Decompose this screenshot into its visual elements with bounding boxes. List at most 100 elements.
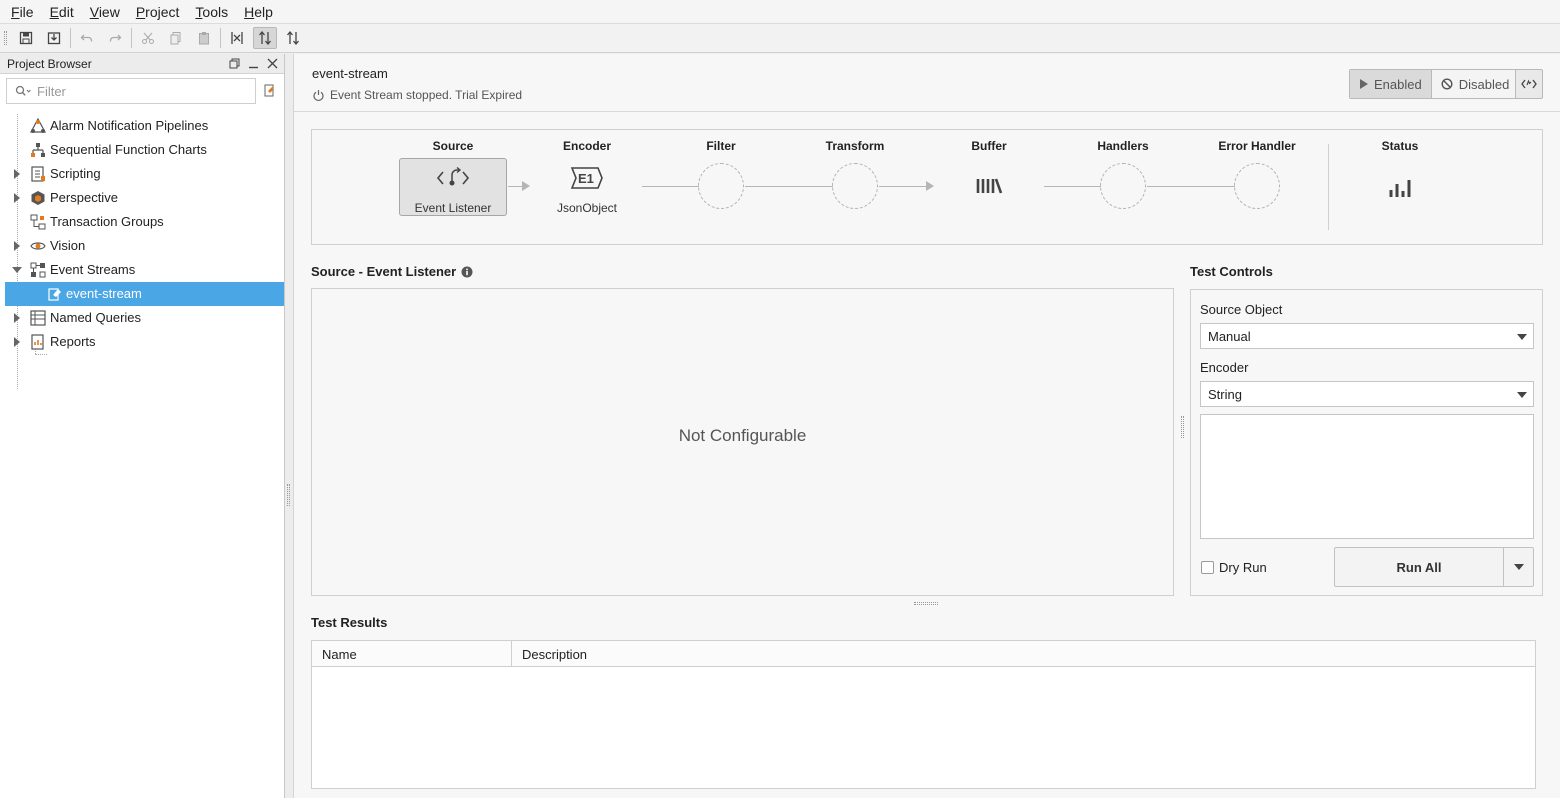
tree-item-named-queries[interactable]: Named Queries xyxy=(5,306,284,330)
float-panel-button[interactable] xyxy=(227,56,242,71)
enabled-button[interactable]: Enabled xyxy=(1350,70,1432,98)
empty-stage-circle[interactable] xyxy=(698,163,744,209)
tree-item-event-stream[interactable]: event-stream xyxy=(5,282,284,306)
menu-file[interactable]: File xyxy=(3,0,42,24)
menu-edit[interactable]: Edit xyxy=(42,0,82,24)
toolbar-grip[interactable] xyxy=(4,31,7,45)
expand-arrow-icon[interactable] xyxy=(12,313,22,323)
tree-item-scripting[interactable]: Scripting xyxy=(5,162,284,186)
empty-stage-circle[interactable] xyxy=(1100,163,1146,209)
column-header-name[interactable]: Name xyxy=(312,641,512,667)
stage-source[interactable]: Source Event Listener xyxy=(393,130,513,246)
stage-encoder[interactable]: Encoder E1 JsonObject xyxy=(527,130,647,246)
expand-arrow-icon[interactable] xyxy=(12,241,22,251)
toolbar xyxy=(0,24,1560,53)
buffer-icon xyxy=(929,178,1049,194)
layout-alt-button[interactable] xyxy=(281,27,305,49)
tree-item-reports[interactable]: Reports xyxy=(5,330,284,354)
enabled-label: Enabled xyxy=(1374,76,1422,92)
test-controls-title: Test Controls xyxy=(1190,264,1273,279)
menu-tools[interactable]: Tools xyxy=(187,0,236,24)
tree-item-event-streams[interactable]: Event Streams xyxy=(5,258,284,282)
empty-stage-circle[interactable] xyxy=(832,163,878,209)
tree-item-perspective[interactable]: Perspective xyxy=(5,186,284,210)
tree-item-vision[interactable]: Vision xyxy=(5,234,284,258)
collapse-arrow-icon[interactable] xyxy=(12,265,22,275)
expand-arrow-icon[interactable] xyxy=(12,193,22,203)
alarm-pipeline-icon xyxy=(30,118,46,134)
cut-button[interactable] xyxy=(136,27,160,49)
expand-arrow-icon[interactable] xyxy=(12,337,22,347)
stage-filter[interactable]: Filter xyxy=(661,130,781,246)
horizontal-splitter[interactable] xyxy=(914,602,938,605)
source-object-label: Source Object xyxy=(1200,302,1283,317)
source-object-select[interactable]: Manual xyxy=(1200,323,1534,349)
dry-run-label: Dry Run xyxy=(1219,560,1267,575)
column-header-description[interactable]: Description xyxy=(512,641,587,667)
menu-help[interactable]: Help xyxy=(236,0,281,24)
filter-options-button[interactable] xyxy=(261,82,279,100)
stage-title: Transform xyxy=(825,139,885,153)
source-section-title: Source - Event Listener xyxy=(311,264,473,279)
tree-item-label: Transaction Groups xyxy=(50,214,164,229)
test-payload-textarea[interactable] xyxy=(1200,414,1534,539)
encoder-value: String xyxy=(1208,386,1242,402)
redo-button[interactable] xyxy=(103,27,127,49)
save-button[interactable] xyxy=(14,27,38,49)
undo-button[interactable] xyxy=(75,27,99,49)
stage-title: Buffer xyxy=(971,139,1007,153)
panel-splitter[interactable] xyxy=(285,54,293,798)
project-tree: Alarm Notification Pipelines Sequential … xyxy=(5,114,284,389)
tree-connector xyxy=(35,354,47,355)
scripting-icon xyxy=(30,166,46,182)
dry-run-checkbox[interactable] xyxy=(1201,561,1214,574)
encoder-select[interactable]: String xyxy=(1200,381,1534,407)
collapse-button[interactable] xyxy=(225,27,249,49)
filter-input[interactable] xyxy=(37,83,237,99)
stage-buffer[interactable]: Buffer xyxy=(929,130,1049,246)
filter-options-icon xyxy=(264,84,274,97)
menu-project[interactable]: Project xyxy=(128,0,188,24)
toolbar-separator xyxy=(70,28,71,48)
scissors-icon xyxy=(142,32,154,44)
disabled-button[interactable]: Disabled xyxy=(1431,70,1519,98)
project-browser-panel: Project Browser Filter Alarm Notificatio… xyxy=(0,54,285,798)
stage-status[interactable]: Status xyxy=(1340,130,1460,246)
vertical-splitter[interactable] xyxy=(1181,416,1184,438)
minimize-panel-button[interactable] xyxy=(246,56,261,71)
tree-item-label: Scripting xyxy=(50,166,101,181)
expand-arrow-icon[interactable] xyxy=(12,169,22,179)
info-icon[interactable] xyxy=(461,266,473,278)
bar-chart-icon xyxy=(1340,176,1460,198)
collapse-icon xyxy=(231,32,243,44)
search-icon[interactable] xyxy=(15,85,31,97)
encoder-icon: E1 xyxy=(527,166,647,190)
run-all-button[interactable]: Run All xyxy=(1334,547,1504,587)
copy-icon xyxy=(170,32,181,45)
empty-stage-circle[interactable] xyxy=(1234,163,1280,209)
code-view-button[interactable] xyxy=(1515,69,1543,99)
stage-subtitle: JsonObject xyxy=(556,201,618,215)
tree-item-transaction-groups[interactable]: Transaction Groups xyxy=(5,210,284,234)
close-icon xyxy=(267,58,278,69)
toolbar-separator xyxy=(131,28,132,48)
menu-view[interactable]: View xyxy=(82,0,128,24)
test-controls-panel: Source Object Manual Encoder String Dry … xyxy=(1190,289,1543,596)
tree-item-alarm-notification-pipelines[interactable]: Alarm Notification Pipelines xyxy=(5,114,284,138)
layout-toggle-button[interactable] xyxy=(253,27,277,49)
test-controls-label: Test Controls xyxy=(1190,264,1273,279)
run-options-dropdown[interactable] xyxy=(1503,547,1534,587)
save-as-button[interactable] xyxy=(42,27,66,49)
tree-item-label: event-stream xyxy=(66,286,142,301)
pipeline-diagram: Source Event Listener Encoder E1 JsonObj… xyxy=(311,129,1543,245)
stage-transform[interactable]: Transform xyxy=(795,130,915,246)
tree-item-sequential-function-charts[interactable]: Sequential Function Charts xyxy=(5,138,284,162)
copy-button[interactable] xyxy=(164,27,188,49)
tree-item-label: Vision xyxy=(50,238,86,253)
close-panel-button[interactable] xyxy=(265,56,280,71)
stage-error-handler[interactable]: Error Handler xyxy=(1197,130,1317,246)
paste-button[interactable] xyxy=(192,27,216,49)
stage-title: Source xyxy=(432,139,474,153)
stage-handlers[interactable]: Handlers xyxy=(1063,130,1183,246)
chevron-down-icon xyxy=(1513,564,1524,570)
